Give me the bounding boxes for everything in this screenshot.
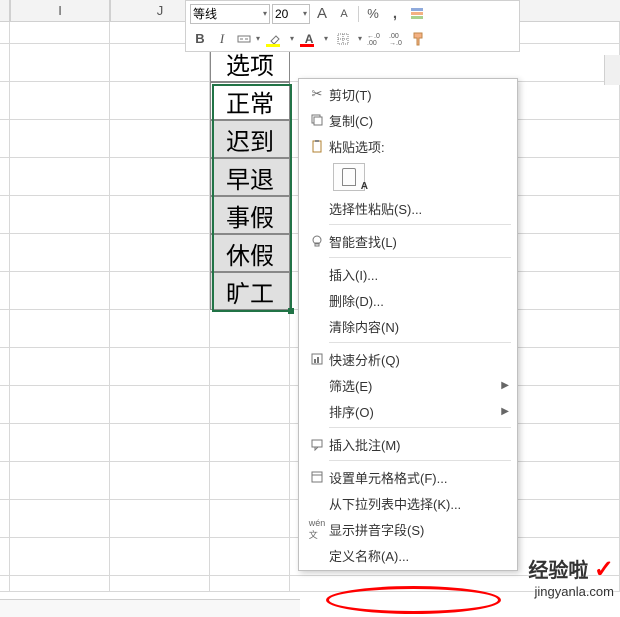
cell-option-2[interactable]: 迟到: [210, 120, 290, 158]
menu-separator: [329, 224, 511, 225]
font-name-select[interactable]: 等线 ▾: [190, 4, 270, 24]
menu-format-cells[interactable]: 设置单元格格式(F)...: [299, 464, 517, 490]
toolbar-row-1: 等线 ▾ 20 ▾ A A % ,: [186, 1, 519, 26]
menu-paste-special[interactable]: 选择性粘贴(S)...: [299, 195, 517, 221]
font-name-value: 等线: [193, 5, 217, 22]
watermark-url: jingyanla.com: [528, 584, 614, 599]
menu-cut[interactable]: ✂ 剪切(T): [299, 81, 517, 107]
watermark: 经验啦 ✓ jingyanla.com: [528, 554, 614, 599]
grid-row: [0, 576, 620, 592]
svg-text:→.0: →.0: [389, 40, 402, 47]
menu-filter[interactable]: 筛选(E) ▶: [299, 372, 517, 398]
mini-toolbar: 等线 ▾ 20 ▾ A A % , B I ▾ ▾ A ▾: [185, 0, 520, 52]
italic-button[interactable]: I: [212, 29, 232, 49]
bold-button[interactable]: B: [190, 29, 210, 49]
format-cells-icon: [305, 470, 329, 484]
phonetic-icon: wén文: [305, 518, 329, 541]
menu-pick-from-dropdown[interactable]: 从下拉列表中选择(K)...: [299, 490, 517, 516]
percent-format-button[interactable]: %: [363, 4, 383, 24]
grow-font-button[interactable]: A: [312, 4, 332, 24]
toolbar-row-2: B I ▾ ▾ A ▾ ▾ ←.0.00 .00→.0: [186, 26, 519, 51]
fill-color-button[interactable]: [262, 29, 288, 49]
font-size-select[interactable]: 20 ▾: [272, 4, 310, 24]
menu-separator: [329, 342, 511, 343]
conditional-format-button[interactable]: [407, 4, 427, 24]
menu-separator: [329, 427, 511, 428]
cell-option-4[interactable]: 事假: [210, 196, 290, 234]
copy-icon: [305, 113, 329, 127]
svg-text:←.0: ←.0: [367, 33, 380, 40]
menu-paste-options-header: 粘贴选项:: [299, 133, 517, 159]
menu-quick-analysis[interactable]: 快速分析(Q): [299, 346, 517, 372]
vertical-scrollbar[interactable]: [604, 55, 620, 85]
menu-insert[interactable]: 插入(I)...: [299, 261, 517, 287]
context-menu: ✂ 剪切(T) 复制(C) 粘贴选项: A 选择性粘贴(S)... 智能查找(L…: [298, 78, 518, 571]
font-color-indicator: [300, 44, 314, 47]
menu-smart-lookup[interactable]: 智能查找(L): [299, 228, 517, 254]
svg-text:.00: .00: [367, 40, 377, 47]
chevron-right-icon: ▶: [501, 406, 509, 417]
sheet-tab-bar[interactable]: [0, 599, 300, 617]
chevron-down-icon[interactable]: ▾: [256, 34, 260, 43]
menu-separator: [329, 460, 511, 461]
chevron-down-icon[interactable]: ▾: [358, 34, 362, 43]
cell-option-3[interactable]: 早退: [210, 158, 290, 196]
border-button[interactable]: [330, 29, 356, 49]
decrease-decimal-button[interactable]: .00→.0: [386, 29, 406, 49]
column-header-I[interactable]: I: [10, 0, 110, 22]
cell-option-5[interactable]: 休假: [210, 234, 290, 272]
svg-text:.00: .00: [389, 33, 399, 40]
increase-decimal-button[interactable]: ←.0.00: [364, 29, 384, 49]
comment-icon: [305, 437, 329, 451]
merge-center-button[interactable]: [234, 29, 254, 49]
paste-icon: [305, 139, 329, 153]
lightbulb-icon: [305, 234, 329, 248]
col-header-spacer: [0, 0, 10, 22]
menu-show-phonetic[interactable]: wén文 显示拼音字段(S): [299, 516, 517, 542]
menu-define-name[interactable]: 定义名称(A)...: [299, 542, 517, 568]
menu-insert-comment[interactable]: 插入批注(M): [299, 431, 517, 457]
fill-color-indicator: [266, 44, 280, 47]
menu-separator: [329, 257, 511, 258]
format-painter-button[interactable]: [408, 29, 428, 49]
chevron-down-icon[interactable]: ▾: [324, 34, 328, 43]
chevron-down-icon: ▾: [263, 9, 267, 18]
clipboard-icon: [342, 168, 356, 186]
paste-option-keep-text[interactable]: A: [333, 163, 365, 191]
quick-analysis-icon: [305, 352, 329, 366]
menu-clear-contents[interactable]: 清除内容(N): [299, 313, 517, 339]
font-color-button[interactable]: A: [296, 29, 322, 49]
check-icon: ✓: [594, 556, 614, 583]
scissors-icon: ✂: [305, 86, 329, 102]
menu-copy[interactable]: 复制(C): [299, 107, 517, 133]
comma-format-button[interactable]: ,: [385, 4, 405, 24]
chevron-down-icon: ▾: [303, 9, 307, 18]
cell-option-1[interactable]: 正常: [210, 82, 290, 120]
separator: [358, 6, 359, 22]
menu-sort[interactable]: 排序(O) ▶: [299, 398, 517, 424]
shrink-font-button[interactable]: A: [334, 4, 354, 24]
chevron-right-icon: ▶: [501, 380, 509, 391]
watermark-title: 经验啦 ✓: [528, 554, 614, 584]
font-size-value: 20: [275, 7, 288, 21]
paste-options-row: A: [299, 159, 517, 195]
menu-delete[interactable]: 删除(D)...: [299, 287, 517, 313]
cell-option-6[interactable]: 旷工: [210, 272, 290, 310]
chevron-down-icon[interactable]: ▾: [290, 34, 294, 43]
